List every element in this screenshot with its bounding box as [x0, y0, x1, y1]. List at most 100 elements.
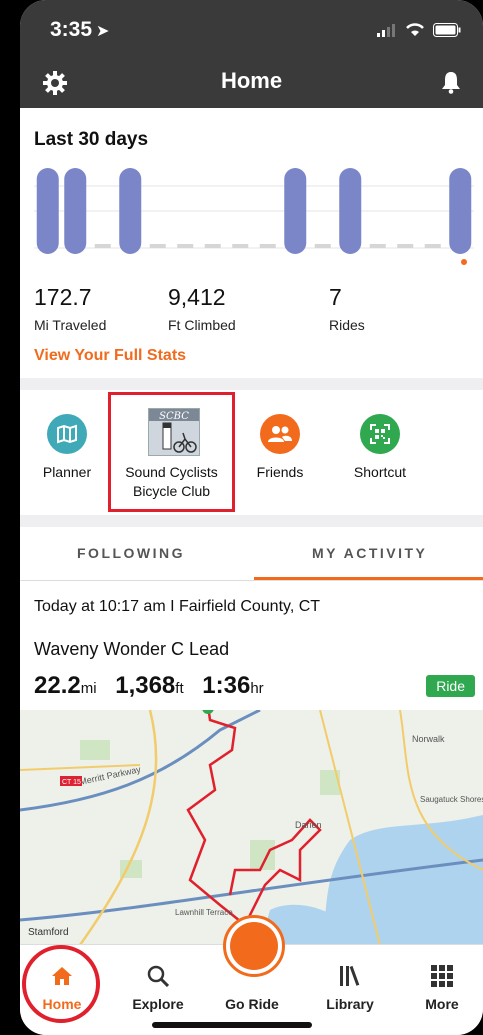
status-time: 3:35 ➤: [50, 18, 109, 42]
nav-bar: Home: [20, 60, 483, 108]
rides-label: Rides: [329, 317, 365, 333]
qr-code-icon: [360, 414, 400, 454]
elevation-value: 1,368: [115, 672, 176, 699]
battery-icon: [433, 22, 461, 37]
climb-stat: 9,412 Ft Climbed: [168, 284, 236, 333]
section-divider: [20, 378, 483, 390]
tab-library[interactable]: Library: [310, 961, 390, 1012]
chart-bar: [36, 168, 59, 254]
planner-label: Planner: [42, 464, 92, 480]
rides-stat: 7 Rides: [329, 284, 365, 333]
map-label-ct15: CT 15: [62, 779, 81, 786]
phone-screen: 3:35 ➤ Home Last 30 days 172.7 Mi Travele…: [20, 0, 483, 1035]
miles-stat: 172.7 Mi Traveled: [34, 284, 106, 333]
chart-bar-empty: [397, 244, 414, 248]
map-label-stamford: Stamford: [28, 927, 69, 938]
go-ride-button[interactable]: [223, 915, 285, 977]
chart-bar: [64, 168, 87, 254]
club-label: Sound Cyclists Bicycle Club: [111, 463, 232, 501]
route-map-svg: Merritt Parkway Norwalk Darien Stamford …: [20, 710, 483, 945]
distance-value: 22.2: [34, 672, 81, 699]
chart-bar-empty: [232, 244, 249, 248]
library-label: Library: [326, 996, 374, 1012]
shortcut-label: Shortcut: [353, 464, 407, 480]
section-divider: [20, 515, 483, 527]
today-marker-dot: [461, 259, 467, 265]
explore-label: Explore: [132, 996, 184, 1012]
chart-bar-empty: [94, 244, 111, 248]
feed-tabs: FOLLOWING MY ACTIVITY: [20, 527, 483, 581]
friends-shortcut[interactable]: Friends: [225, 414, 335, 480]
friends-icon: [260, 414, 300, 454]
club-logo: SCBC: [148, 408, 200, 456]
club-shortcut[interactable]: SCBC Sound Cyclists Bicycle Club: [108, 392, 235, 512]
rides-value: 7: [329, 284, 342, 310]
map-icon: [47, 414, 87, 454]
go-ride-label: Go Ride: [225, 996, 279, 1012]
chart-bar-empty: [369, 244, 386, 248]
shortcuts-row: Planner SCBC Sound Cyclists Bicycle Club: [20, 390, 483, 515]
tab-following[interactable]: FOLLOWING: [77, 545, 185, 561]
grid-menu-icon: [402, 961, 482, 991]
chart-bar: [449, 168, 472, 254]
activity-title[interactable]: Waveny Wonder C Lead: [34, 639, 229, 660]
location-arrow-icon: ➤: [96, 23, 110, 40]
club-label-line2: Bicycle Club: [132, 483, 211, 499]
chart-bar-empty: [259, 244, 276, 248]
activity-bar-chart: [34, 168, 474, 265]
search-icon: [118, 961, 198, 991]
home-label: Home: [42, 996, 82, 1012]
shortcut-shortcut[interactable]: Shortcut: [325, 414, 435, 480]
distance-unit: mi: [80, 680, 97, 697]
miles-label: Mi Traveled: [34, 317, 107, 333]
go-ride-record-icon: [230, 922, 278, 970]
status-bar: 3:35 ➤: [20, 0, 483, 60]
map-label-norwalk: Norwalk: [412, 734, 445, 744]
planner-shortcut[interactable]: Planner: [20, 414, 122, 480]
climb-label: Ft Climbed: [168, 317, 236, 333]
duration-value: 1:36: [202, 672, 251, 699]
tab-home[interactable]: Home: [22, 961, 102, 1012]
ride-type-badge: Ride: [426, 675, 475, 697]
elevation-unit: ft: [175, 680, 184, 697]
status-time-text: 3:35: [50, 18, 93, 41]
miles-value: 172.7: [34, 284, 92, 310]
map-label-saugatuck: Saugatuck Shores: [420, 795, 483, 804]
signal-icon: [377, 23, 395, 37]
activity-meta: Today at 10:17 am I Fairfield County, CT: [34, 598, 321, 615]
chart-bar-empty: [149, 244, 166, 248]
route-map[interactable]: Merritt Parkway Norwalk Darien Stamford …: [20, 710, 483, 945]
friends-label: Friends: [256, 464, 304, 480]
notifications-bell-icon[interactable]: [441, 70, 461, 99]
home-indicator: [152, 1022, 312, 1028]
climb-value: 9,412: [168, 284, 226, 310]
club-label-line1: Sound Cyclists: [125, 464, 218, 480]
status-icons: [377, 22, 461, 37]
park-area: [80, 740, 110, 760]
chart-bar-empty: [177, 244, 194, 248]
map-label-darien: Darien: [295, 820, 322, 830]
stats-title: Last 30 days: [34, 129, 149, 150]
duration-unit: hr: [250, 680, 264, 697]
more-label: More: [425, 996, 459, 1012]
tab-my-activity[interactable]: MY ACTIVITY: [312, 545, 427, 561]
svg-text:SCBC: SCBC: [159, 411, 189, 422]
chart-bar-empty: [204, 244, 221, 248]
chart-bar-empty: [314, 244, 331, 248]
chart-bar: [284, 168, 307, 254]
library-icon: [310, 961, 390, 991]
wifi-icon: [406, 23, 424, 36]
chart-bar: [339, 168, 362, 254]
home-icon: [22, 961, 102, 991]
active-tab-indicator: [254, 577, 483, 580]
stats-card[interactable]: Last 30 days 172.7 Mi Traveled 9,412 Ft …: [20, 108, 483, 378]
tab-explore[interactable]: Explore: [118, 961, 198, 1012]
page-title: Home: [220, 68, 283, 93]
activity-card[interactable]: Today at 10:17 am I Fairfield County, CT…: [20, 582, 483, 712]
chart-bar-empty: [424, 244, 441, 248]
activity-stats: 22.2mi 1,368ft 1:36hr: [34, 672, 276, 700]
tab-more[interactable]: More: [402, 961, 482, 1012]
view-full-stats-link[interactable]: View Your Full Stats: [34, 347, 186, 365]
chart-bar: [119, 168, 142, 254]
map-label-lawnhill: Lawnhill Terrace: [175, 908, 233, 917]
